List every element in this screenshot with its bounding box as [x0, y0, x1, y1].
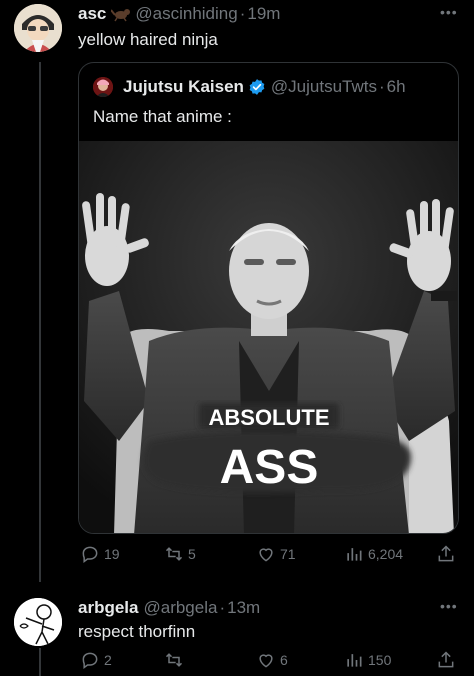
- views-button[interactable]: 150: [344, 650, 391, 670]
- reply-button[interactable]: 19: [80, 544, 120, 564]
- views-count: 150: [368, 652, 392, 668]
- repost-count: 5: [188, 546, 196, 562]
- post-header: arbgela @arbgela · 13m: [78, 598, 260, 618]
- quoted-header: Jujutsu Kaisen @JujutsuTwts · 6h: [123, 77, 406, 97]
- author-handle[interactable]: @arbgela: [143, 598, 217, 618]
- post-header: asc @ascinhiding · 19m: [78, 4, 280, 24]
- meme-caption-bottom: ASS: [220, 441, 319, 494]
- separator-dot: ·: [379, 77, 385, 96]
- reply-count: 19: [104, 546, 120, 562]
- heart-icon: [259, 654, 273, 668]
- reply-button[interactable]: 2: [80, 650, 112, 670]
- more-horizontal-icon[interactable]: •••: [440, 4, 458, 20]
- quoted-avatar[interactable]: [93, 77, 113, 97]
- lizard-emoji-icon: [111, 6, 131, 22]
- verified-badge-icon: [248, 78, 266, 96]
- share-button[interactable]: [436, 650, 456, 670]
- quoted-post-time[interactable]: 6h: [387, 77, 406, 97]
- post-text: yellow haired ninja: [78, 30, 218, 49]
- repost-button[interactable]: 5: [164, 544, 196, 564]
- like-count: 71: [280, 546, 296, 562]
- post-time[interactable]: 19m: [247, 4, 280, 24]
- meme-image[interactable]: ABSOLUTE ASS: [79, 141, 458, 533]
- quoted-post-text: Name that anime :: [93, 107, 232, 126]
- anime-avatar-image: [14, 4, 62, 52]
- quoted-author-name[interactable]: Jujutsu Kaisen: [123, 77, 244, 97]
- quoted-author-handle[interactable]: @JujutsuTwts: [271, 77, 377, 97]
- heart-icon: [259, 548, 273, 562]
- views-icon: [347, 654, 362, 667]
- author-name[interactable]: asc: [78, 4, 106, 24]
- repost-icon: [165, 547, 183, 561]
- post-text: respect thorfinn: [78, 622, 196, 641]
- author-name[interactable]: arbgela: [78, 598, 138, 618]
- reply-count: 2: [104, 652, 112, 668]
- separator-dot: ·: [239, 4, 246, 23]
- post-actions: 2 6 150: [78, 650, 459, 674]
- share-button[interactable]: [436, 544, 456, 564]
- views-count: 6,204: [368, 546, 404, 562]
- sketch-avatar-image: [14, 598, 62, 646]
- share-icon: [438, 651, 454, 668]
- quoted-post-card[interactable]: Jujutsu Kaisen @JujutsuTwts · 6h Name th…: [78, 62, 459, 534]
- author-handle[interactable]: @ascinhiding: [135, 4, 237, 24]
- like-button[interactable]: 6: [256, 650, 288, 670]
- post-actions: 19 5 71 6,204: [78, 544, 459, 568]
- avatar-asc[interactable]: [14, 4, 62, 52]
- like-button[interactable]: 71: [256, 544, 296, 564]
- separator-dot: ·: [219, 598, 226, 617]
- views-icon: [347, 548, 362, 561]
- more-horizontal-icon[interactable]: •••: [440, 598, 458, 614]
- like-count: 6: [280, 652, 288, 668]
- avatar-arbgela[interactable]: [14, 598, 62, 646]
- post-time[interactable]: 13m: [227, 598, 260, 618]
- views-button[interactable]: 6,204: [344, 544, 403, 564]
- thread-line-bottom: [39, 648, 41, 676]
- reply-icon: [82, 546, 98, 563]
- share-icon: [438, 545, 454, 562]
- thread-line: [39, 62, 41, 582]
- meme-photo: ABSOLUTE ASS: [79, 141, 458, 533]
- reply-icon: [82, 652, 98, 669]
- repost-icon: [165, 653, 183, 667]
- repost-button[interactable]: [164, 650, 184, 670]
- meme-caption-top: ABSOLUTE: [209, 405, 330, 430]
